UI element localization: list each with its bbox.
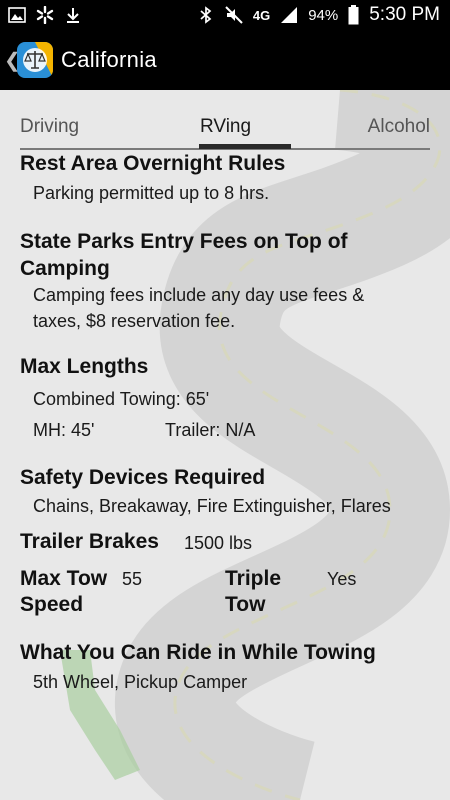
rest-area-heading: Rest Area Overnight Rules (20, 152, 286, 175)
triple-tow-value: Yes (327, 569, 357, 589)
ride-while-towing-value: 5th Wheel, Pickup Camper (33, 672, 248, 692)
tab-alcohol[interactable]: Alcohol (368, 116, 430, 138)
bluetooth-icon (200, 6, 212, 24)
trailer-brakes-value: 1500 lbs (184, 533, 253, 553)
download-icon (67, 8, 79, 23)
max-tow-speed-value: 55 (122, 569, 143, 589)
battery-percent: 94% (308, 6, 339, 24)
max-lengths-heading: Max Lengths (20, 355, 149, 378)
app-title: California (61, 47, 157, 72)
clock: 5:30 PM (369, 4, 440, 25)
combined-towing-value: Combined Towing: 65' (33, 389, 210, 409)
safety-devices-value: Chains, Breakaway, Fire Extinguisher, Fl… (33, 496, 391, 516)
gallery-icon (8, 7, 26, 23)
state-parks-value: Camping fees include any day use fees & … (33, 285, 365, 331)
active-tab-indicator (199, 144, 291, 149)
battery-icon (348, 5, 359, 25)
mh-length-value: MH: 45' (33, 420, 95, 440)
scales-of-justice-icon[interactable] (17, 42, 53, 78)
safety-devices-heading: Safety Devices Required (20, 466, 266, 489)
main-content: Driving RVing Alcohol Rest Area Overnigh… (0, 90, 450, 800)
ride-while-towing-heading: What You Can Ride in While Towing (20, 641, 376, 664)
status-bar: 4G 94% 5:30 PM (0, 0, 450, 33)
walmart-spark-icon (36, 6, 54, 24)
signal-icon (281, 7, 298, 23)
state-parks-heading: State Parks Entry Fees on Top of Camping (20, 230, 348, 280)
triple-tow-label: Triple Tow (225, 567, 282, 616)
max-tow-speed-label: Max Tow Speed (20, 567, 108, 616)
tab-driving[interactable]: Driving (20, 116, 79, 138)
tab-bar: Driving RVing Alcohol (20, 110, 430, 150)
trailer-brakes-label: Trailer Brakes (20, 530, 159, 553)
rest-area-value: Parking permitted up to 8 hrs. (33, 183, 270, 203)
tab-rving[interactable]: RVing (200, 116, 251, 138)
app-bar: ❮ California (0, 33, 450, 90)
mute-icon (225, 6, 243, 24)
network-type: 4G (252, 7, 271, 23)
trailer-length-value: Trailer: N/A (165, 420, 256, 440)
